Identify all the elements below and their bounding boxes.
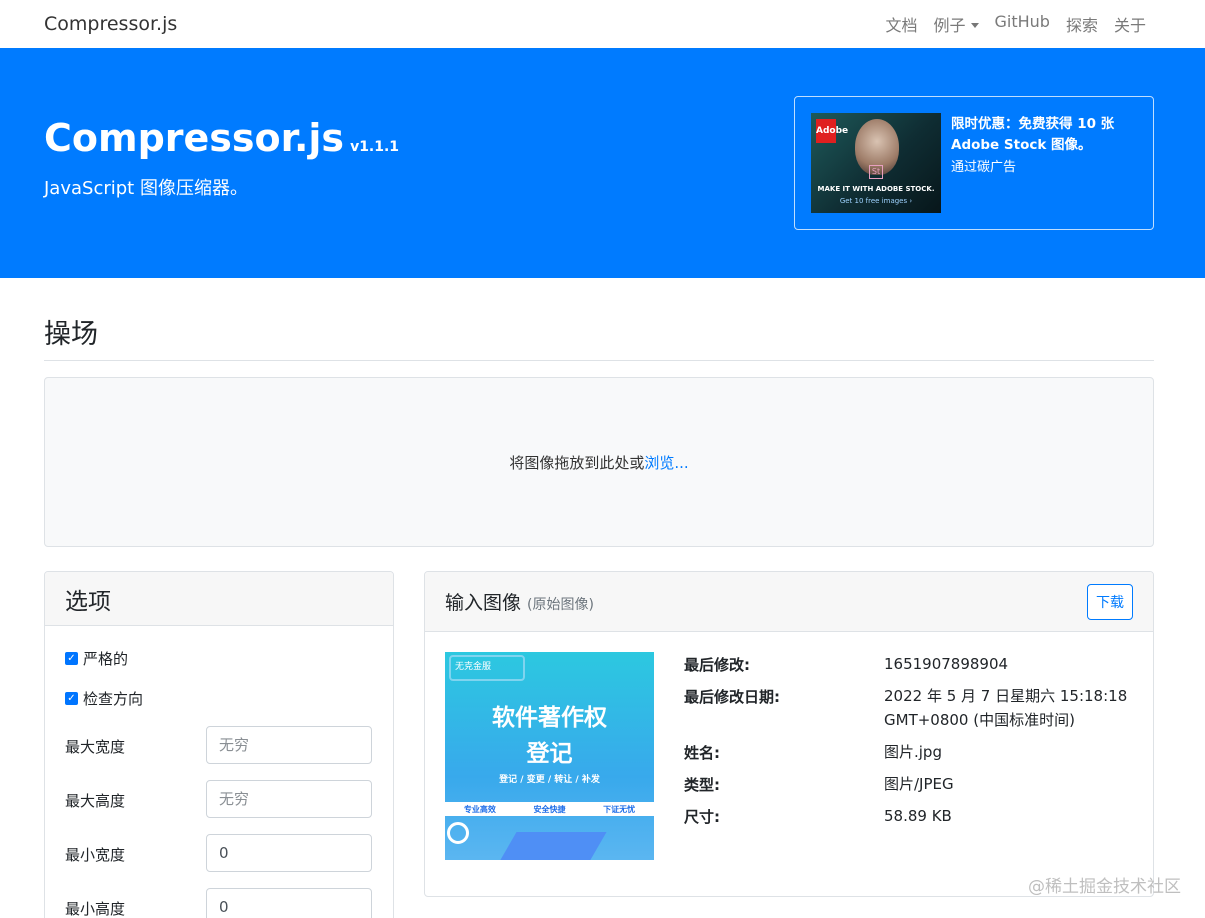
nav-links: 文档 例子 GitHub 探索 关于 <box>885 12 1146 36</box>
meta-label-last-modified-date: 最后修改日期: <box>684 688 780 706</box>
nav-link-examples-label: 例子 <box>933 16 966 35</box>
thumbnail-tags: 登记 / 变更 / 转让 / 补发 <box>499 775 600 785</box>
meta-label-size: 尺寸: <box>684 808 720 826</box>
adobe-logo-icon: Adobe <box>816 119 848 143</box>
circle-icon <box>447 822 469 844</box>
thumbnail-strip-item: 安全快捷 <box>533 804 566 814</box>
check-orientation-checkbox[interactable]: ✓ 检查方向 <box>65 688 143 709</box>
meta-value-type: 图片/JPEG <box>884 775 954 793</box>
input-image-heading: 输入图像 (原始图像) <box>445 588 594 615</box>
input-image-title: 输入图像 <box>445 592 522 614</box>
thumbnail-title-line2: 登记 <box>526 741 573 767</box>
check-orientation-label: 检查方向 <box>83 690 144 708</box>
file-dropzone[interactable]: 将图像拖放到此处或 浏览... <box>44 377 1154 547</box>
nav-link-examples[interactable]: 例子 <box>934 12 979 36</box>
options-header: 选项 <box>45 572 393 626</box>
checkbox-checked-icon[interactable]: ✓ <box>65 692 78 705</box>
thumbnail-badge: 无克金服 <box>449 655 525 681</box>
options-panel: 选项 ✓ 严格的 ✓ 检查方向 最大宽度 最大高度 最小宽度 最小高度 <box>44 571 394 918</box>
top-navbar: Compressor.js 文档 例子 GitHub 探索 关于 <box>0 0 1205 48</box>
min-height-input[interactable] <box>206 888 372 918</box>
max-width-label: 最大宽度 <box>65 738 126 756</box>
input-image-header: 输入图像 (原始图像) 下载 <box>425 572 1153 632</box>
options-title: 选项 <box>65 588 111 615</box>
meta-value-name: 图片.jpg <box>884 743 942 761</box>
min-width-label: 最小宽度 <box>65 846 126 864</box>
carbon-ad[interactable]: Adobe St MAKE IT WITH ADOBE STOCK. Get 1… <box>794 96 1154 230</box>
hero-subtitle: JavaScript 图像压缩器。 <box>44 178 248 199</box>
version-badge: v1.1.1 <box>350 139 400 155</box>
thumbnail-title-line1: 软件著作权 <box>492 705 607 731</box>
meta-label-type: 类型: <box>684 776 720 794</box>
thumbnail-shape <box>493 832 607 860</box>
ad-image[interactable]: Adobe St MAKE IT WITH ADOBE STOCK. Get 1… <box>811 113 941 213</box>
chevron-down-icon <box>970 23 979 28</box>
hero-title: Compressor.js v1.1.1 <box>44 116 399 160</box>
input-image-subtitle: (原始图像) <box>527 597 594 613</box>
max-width-input[interactable] <box>206 726 372 764</box>
min-height-label: 最小高度 <box>65 900 126 918</box>
nav-link-github[interactable]: GitHub <box>995 12 1050 36</box>
download-button[interactable]: 下载 <box>1087 583 1133 620</box>
nav-link-docs[interactable]: 文档 <box>885 12 917 36</box>
max-height-label: 最大高度 <box>65 792 126 810</box>
divider <box>44 360 1154 361</box>
navbar-brand[interactable]: Compressor.js <box>44 13 177 35</box>
thumbnail-strip-item: 专业高效 <box>463 804 496 814</box>
meta-label-last-modified: 最后修改: <box>684 656 750 674</box>
ad-via-link[interactable]: 通过碳广告 <box>951 156 1016 175</box>
browse-link[interactable]: 浏览... <box>644 452 688 473</box>
hero-title-text: Compressor.js <box>44 116 345 160</box>
strict-label: 严格的 <box>83 650 129 668</box>
thumbnail-strip: 专业高效 安全快捷 下证无忧 <box>445 802 654 816</box>
thumbnail-strip-item: 下证无忧 <box>603 804 636 814</box>
input-image-panel: 输入图像 (原始图像) 下载 无克金服 软件著作权 登记 登记 / 变更 / 转让… <box>424 571 1154 897</box>
page-title: 操场 <box>44 319 98 350</box>
thumbnail-title: 软件著作权 登记 <box>445 700 654 772</box>
max-height-input[interactable] <box>206 780 372 818</box>
strict-checkbox[interactable]: ✓ 严格的 <box>65 648 128 669</box>
dropzone-text: 将图像拖放到此处或 <box>509 453 645 472</box>
nav-link-explore[interactable]: 探索 <box>1066 12 1098 36</box>
stock-badge-icon: St <box>869 165 883 179</box>
input-image-thumbnail[interactable]: 无克金服 软件著作权 登记 登记 / 变更 / 转让 / 补发 专业高效 安全快… <box>445 652 654 860</box>
meta-label-name: 姓名: <box>684 744 720 762</box>
meta-value-last-modified: 1651907898904 <box>884 655 1009 673</box>
ad-image-headline: MAKE IT WITH ADOBE STOCK. <box>817 185 935 193</box>
ad-text[interactable]: 限时优惠：免费获得 10 张 Adobe Stock 图像。 <box>951 114 1141 156</box>
min-width-input[interactable] <box>206 834 372 872</box>
checkbox-checked-icon[interactable]: ✓ <box>65 652 78 665</box>
meta-value-last-modified-date: 2022 年 5 月 7 日星期六 15:18:18 GMT+0800 (中国标… <box>884 687 1128 729</box>
site-watermark: @稀土掘金技术社区 <box>1028 877 1181 897</box>
hero-banner: Compressor.js v1.1.1 JavaScript 图像压缩器。 Ad… <box>0 48 1205 278</box>
nav-link-about[interactable]: 关于 <box>1114 12 1146 36</box>
ad-image-cta: Get 10 free images › <box>839 197 913 205</box>
meta-value-size: 58.89 KB <box>884 807 952 825</box>
